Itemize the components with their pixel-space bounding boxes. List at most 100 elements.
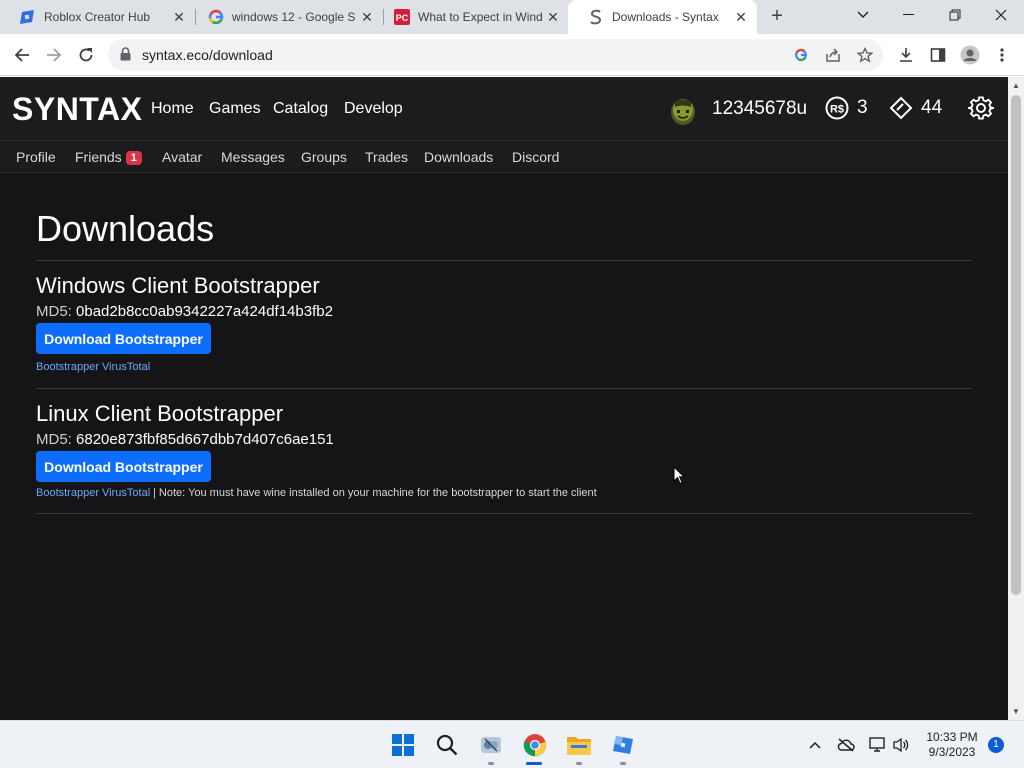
subnav-profile[interactable]: Profile xyxy=(16,149,56,165)
svg-text:PC: PC xyxy=(396,13,409,23)
arrow-right-icon xyxy=(47,48,62,62)
md5-label: MD5: xyxy=(36,431,72,448)
scrollbar-thumb[interactable] xyxy=(1011,95,1021,595)
downloads-button[interactable] xyxy=(894,43,918,67)
forward-button[interactable] xyxy=(42,43,66,67)
notification-badge[interactable]: 1 xyxy=(988,737,1004,753)
file-explorer-icon[interactable] xyxy=(565,731,593,759)
nav-games[interactable]: Games xyxy=(209,100,261,118)
reload-icon xyxy=(79,48,93,62)
tab-title: windows 12 - Google S xyxy=(232,10,356,24)
tab-downloads-syntax[interactable]: Downloads - Syntax ✕ xyxy=(568,0,757,34)
close-icon[interactable]: ✕ xyxy=(171,9,187,25)
app-running-indicator xyxy=(620,762,626,765)
subnav-downloads[interactable]: Downloads xyxy=(424,149,493,165)
profile-avatar-icon xyxy=(960,45,980,65)
profile-button[interactable] xyxy=(958,43,982,67)
subnav-messages[interactable]: Messages xyxy=(221,149,285,165)
subnav-trades[interactable]: Trades xyxy=(365,149,408,165)
tab-title: Downloads - Syntax xyxy=(612,10,719,24)
address-bar[interactable]: syntax.eco/download xyxy=(108,39,883,71)
tab-windows-article[interactable]: PC What to Expect in Wind ✕ xyxy=(374,0,569,34)
menu-button[interactable] xyxy=(990,43,1014,67)
roblox-studio-icon xyxy=(20,9,36,25)
lock-icon[interactable] xyxy=(120,47,131,66)
close-window-button[interactable] xyxy=(978,0,1024,30)
page-title: Downloads xyxy=(36,208,215,249)
md5-hash: 6820e873fbf85d667dbb7d407c6ae151 xyxy=(76,431,334,448)
app-running-indicator xyxy=(488,762,494,765)
network-icon[interactable] xyxy=(869,736,887,754)
robux-icon: R$ xyxy=(825,96,849,120)
side-panel-icon xyxy=(930,48,946,62)
linux-md5: MD5: 6820e873fbf85d667dbb7d407c6ae151 xyxy=(36,431,334,448)
page-content: SYNTAX Home Games Catalog Develop 123456… xyxy=(0,77,1008,720)
linux-virustotal-link[interactable]: Bootstrapper VirusTotal xyxy=(36,487,150,499)
windows-virustotal-link[interactable]: Bootstrapper VirusTotal xyxy=(36,361,150,373)
reload-button[interactable] xyxy=(74,43,98,67)
robux-balance[interactable]: R$ 3 xyxy=(825,94,868,122)
md5-hash: 0bad2b8cc0ab9342227a424df14b3fb2 xyxy=(76,303,333,320)
subnav-discord[interactable]: Discord xyxy=(512,149,559,165)
volume-icon[interactable] xyxy=(892,736,910,754)
chrome-icon[interactable] xyxy=(521,731,549,759)
page-scrollbar[interactable]: ▲ ▼ xyxy=(1008,77,1024,720)
chevron-down-icon xyxy=(857,11,869,18)
tab-title: Roblox Creator Hub xyxy=(44,10,151,24)
share-icon[interactable] xyxy=(824,46,842,64)
wine-note: | Note: You must have wine installed on … xyxy=(153,487,597,499)
tab-search-button[interactable] xyxy=(840,0,886,30)
clock-date: 9/3/2023 xyxy=(928,745,976,759)
windows-bootstrapper-title: Windows Client Bootstrapper xyxy=(36,273,320,298)
new-tab-button[interactable]: + xyxy=(766,6,788,28)
friends-count-badge: 1 xyxy=(125,151,142,165)
subnav-groups[interactable]: Groups xyxy=(301,149,347,165)
tab-google-search[interactable]: windows 12 - Google S ✕ xyxy=(188,0,383,34)
close-icon[interactable]: ✕ xyxy=(545,9,561,25)
tab-title: What to Expect in Wind xyxy=(418,10,543,24)
subnav-friends[interactable]: Friends 1 xyxy=(75,149,142,165)
tix-balance[interactable]: 44 xyxy=(889,94,942,122)
minimize-icon xyxy=(903,14,914,15)
download-linux-bootstrapper-button[interactable]: Download Bootstrapper xyxy=(36,451,211,482)
scroll-down-icon[interactable]: ▼ xyxy=(1012,707,1020,716)
username[interactable]: 12345678u xyxy=(712,98,807,120)
nav-catalog[interactable]: Catalog xyxy=(273,100,328,118)
scroll-up-icon[interactable]: ▲ xyxy=(1012,81,1020,90)
close-icon[interactable]: ✕ xyxy=(733,9,749,25)
divider xyxy=(36,388,972,389)
system-clock[interactable]: 10:33 PM 9/3/2023 xyxy=(920,730,984,760)
browser-toolbar: syntax.eco/download xyxy=(0,34,1024,76)
back-button[interactable] xyxy=(10,43,34,67)
minimize-button[interactable] xyxy=(886,0,932,30)
bookmark-star-icon[interactable] xyxy=(856,46,874,64)
close-icon[interactable]: ✕ xyxy=(359,9,375,25)
avatar[interactable] xyxy=(668,95,698,125)
nav-home[interactable]: Home xyxy=(151,100,194,118)
search-icon[interactable] xyxy=(433,731,461,759)
md5-label: MD5: xyxy=(36,303,72,320)
cloud-offline-icon[interactable] xyxy=(837,736,855,754)
divider xyxy=(36,260,972,261)
nav-develop[interactable]: Develop xyxy=(344,100,403,118)
google-icon xyxy=(208,9,224,25)
roblox-studio-icon[interactable] xyxy=(609,731,637,759)
restore-icon xyxy=(949,9,961,21)
top-navbar: SYNTAX Home Games Catalog Develop 123456… xyxy=(0,77,1008,141)
chevron-up-icon[interactable] xyxy=(806,736,824,754)
app-running-indicator xyxy=(576,762,582,765)
side-panel-button[interactable] xyxy=(926,43,950,67)
windows-start-icon[interactable] xyxy=(389,731,417,759)
google-lens-icon[interactable] xyxy=(792,46,810,64)
close-icon xyxy=(995,9,1007,21)
kebab-menu-icon xyxy=(1000,48,1004,62)
restore-button[interactable] xyxy=(932,0,978,30)
subnav-avatar[interactable]: Avatar xyxy=(162,149,202,165)
settings-gear-icon[interactable] xyxy=(967,95,995,121)
tab-roblox-creator-hub[interactable]: Roblox Creator Hub ✕ xyxy=(0,0,195,34)
browser-tab-strip: Roblox Creator Hub ✕ windows 12 - Google… xyxy=(0,0,1024,34)
download-windows-bootstrapper-button[interactable]: Download Bootstrapper xyxy=(36,323,211,354)
brand-logo[interactable]: SYNTAX xyxy=(12,91,142,128)
mouse-cursor-icon xyxy=(673,465,686,490)
snipping-tool-icon[interactable] xyxy=(477,731,505,759)
